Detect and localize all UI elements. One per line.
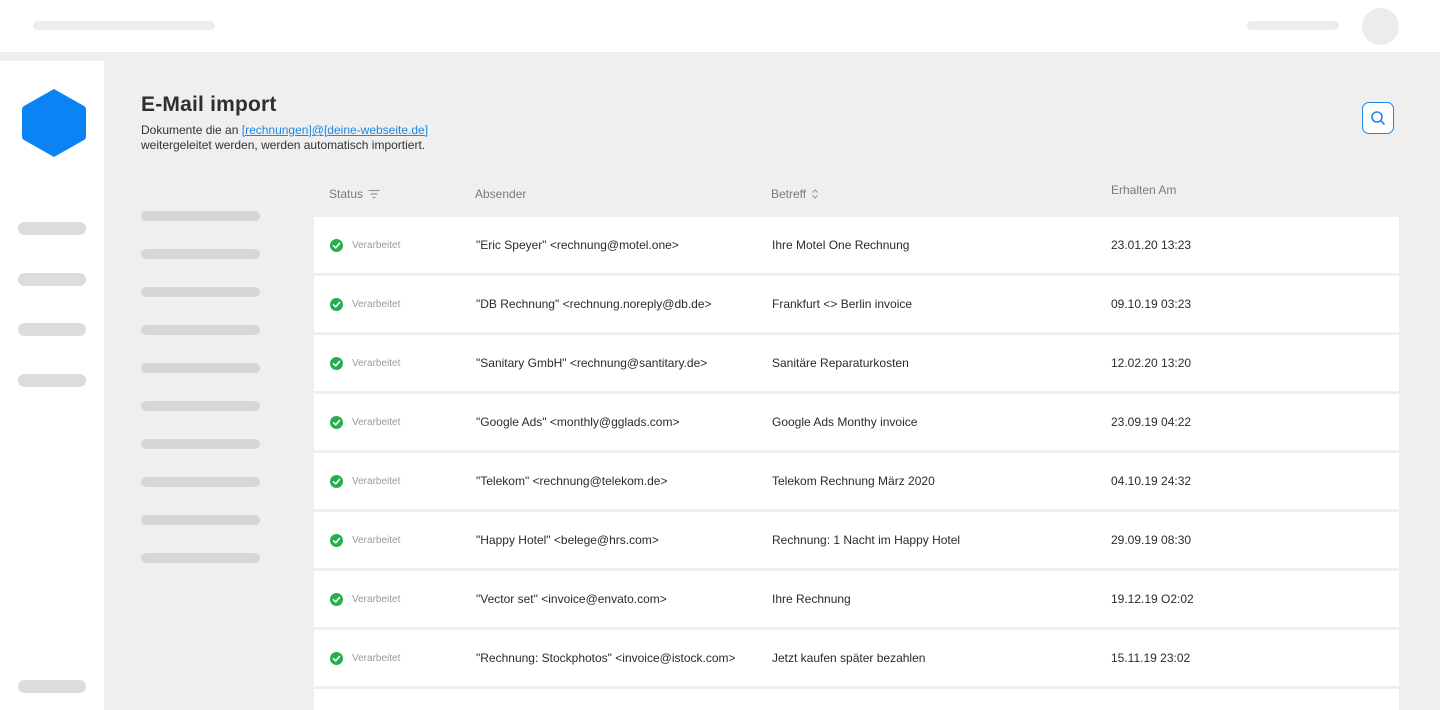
sidebar <box>0 61 104 710</box>
filter-item-placeholder[interactable] <box>141 325 260 335</box>
filter-item-placeholder[interactable] <box>141 553 260 563</box>
sidebar-item-placeholder[interactable] <box>18 222 86 235</box>
filter-item-placeholder[interactable] <box>141 477 260 487</box>
search-icon <box>1371 111 1385 125</box>
import-email-link[interactable]: [rechnungen]@[deine-webseite.de] <box>242 123 428 137</box>
sender-cell: "Eric Speyer" <rechnung@motel.one> <box>476 238 679 252</box>
table-row[interactable]: Verarbeitet "Happy Hotel" <belege@hrs.com… <box>314 512 1399 568</box>
table-row-partial <box>314 689 1399 710</box>
check-circle-icon <box>330 297 343 311</box>
status-badge: Verarbeitet <box>352 534 401 546</box>
sender-cell: "Google Ads" <monthly@gglads.com> <box>476 415 680 429</box>
page-title: E-Mail import <box>141 93 277 116</box>
table-row[interactable]: Verarbeitet "Sanitary GmbH" <rechnung@san… <box>314 335 1399 391</box>
table-row[interactable]: Verarbeitet "Telekom" <rechnung@telekom.d… <box>314 453 1399 509</box>
column-header-sender-label: Absender <box>475 187 527 201</box>
received-date-cell: 23.09.19 04:22 <box>1111 415 1192 429</box>
sidebar-item-placeholder[interactable] <box>18 273 86 286</box>
subject-cell: Ihre Motel One Rechnung <box>772 238 910 252</box>
subject-cell: Rechnung: 1 Nacht im Happy Hotel <box>772 533 961 547</box>
column-header-sender[interactable]: Absender <box>475 187 526 201</box>
status-cell: Verarbeitet <box>330 335 400 391</box>
column-header-status[interactable]: Status <box>329 187 380 201</box>
sidebar-item-placeholder[interactable] <box>18 323 86 336</box>
table-row[interactable]: Verarbeitet "Google Ads" <monthly@gglads.… <box>314 394 1399 450</box>
column-header-subject[interactable]: Betreff <box>771 187 819 201</box>
status-cell: Verarbeitet <box>330 512 400 568</box>
email-table: Verarbeitet "Eric Speyer" <rechnung@motel… <box>314 217 1399 710</box>
sidebar-item-placeholder[interactable] <box>18 374 86 387</box>
status-cell: Verarbeitet <box>330 276 400 332</box>
received-date-cell: 29.09.19 08:30 <box>1111 533 1192 547</box>
sender-cell: "Vector set" <invoice@envato.com> <box>476 592 667 606</box>
received-date-cell: 15.11.19 23:02 <box>1111 651 1191 665</box>
subject-cell: Telekom Rechnung März 2020 <box>772 474 935 488</box>
status-badge: Verarbeitet <box>352 239 401 251</box>
subtitle-suffix: weitergeleitet werden, werden automatisc… <box>141 138 426 152</box>
column-header-status-label: Status <box>329 187 364 201</box>
filter-item-placeholder[interactable] <box>141 363 260 373</box>
status-cell: Verarbeitet <box>330 571 400 627</box>
sender-cell: "DB Rechnung" <rechnung.noreply@db.de> <box>476 297 712 311</box>
subject-cell: Jetzt kaufen später bezahlen <box>772 651 926 665</box>
filter-item-placeholder[interactable] <box>141 249 260 259</box>
received-date-cell: 04.10.19 24:32 <box>1111 474 1192 488</box>
filter-item-placeholder[interactable] <box>141 401 260 411</box>
subject-cell: Ihre Rechnung <box>772 592 851 606</box>
subtitle-prefix: Dokumente die an <box>141 123 242 137</box>
column-header-received[interactable]: Erhalten Am <box>1111 183 1176 197</box>
sort-icon[interactable] <box>811 188 819 200</box>
search-button[interactable] <box>1362 102 1394 134</box>
filter-item-placeholder[interactable] <box>141 515 260 525</box>
status-badge: Verarbeitet <box>352 593 401 605</box>
status-cell: Verarbeitet <box>330 453 400 509</box>
filter-item-placeholder[interactable] <box>141 287 260 297</box>
check-circle-icon <box>330 238 343 252</box>
filter-item-placeholder[interactable] <box>141 439 260 449</box>
received-date-cell: 23.01.20 13:23 <box>1111 238 1192 252</box>
status-badge: Verarbeitet <box>352 298 401 310</box>
status-cell: Verarbeitet <box>330 217 400 273</box>
check-circle-icon <box>330 592 343 606</box>
page-subtitle: Dokumente die an [rechnungen]@[deine-web… <box>141 123 521 153</box>
status-badge: Verarbeitet <box>352 652 401 664</box>
received-date-cell: 09.10.19 03:23 <box>1111 297 1192 311</box>
subject-cell: Frankfurt <> Berlin invoice <box>772 297 913 311</box>
table-row[interactable]: Verarbeitet "DB Rechnung" <rechnung.norep… <box>314 276 1399 332</box>
table-row[interactable]: Verarbeitet "Rechnung: Stockphotos" <invo… <box>314 630 1399 686</box>
status-badge: Verarbeitet <box>352 357 401 369</box>
table-row[interactable]: Verarbeitet "Eric Speyer" <rechnung@motel… <box>314 217 1399 273</box>
check-circle-icon <box>330 415 343 429</box>
filter-icon[interactable] <box>368 189 380 199</box>
subject-cell: Sanitäre Reparaturkosten <box>772 356 909 370</box>
status-cell: Verarbeitet <box>330 394 400 450</box>
column-header-subject-label: Betreff <box>771 187 807 201</box>
table-row[interactable]: Verarbeitet "Vector set" <invoice@envato.… <box>314 571 1399 627</box>
check-circle-icon <box>330 533 343 547</box>
received-date-cell: 19.12.19 O2:02 <box>1111 592 1194 606</box>
logo-hexagon-icon[interactable] <box>21 87 87 159</box>
sender-cell: "Sanitary GmbH" <rechnung@santitary.de> <box>476 356 708 370</box>
received-date-cell: 12.02.20 13:20 <box>1111 356 1192 370</box>
filter-item-placeholder[interactable] <box>141 211 260 221</box>
sender-cell: "Telekom" <rechnung@telekom.de> <box>476 474 668 488</box>
sender-cell: "Rechnung: Stockphotos" <invoice@istock.… <box>476 651 736 665</box>
top-bar-placeholder-right <box>1247 21 1339 30</box>
top-bar <box>0 0 1440 52</box>
avatar[interactable] <box>1362 8 1399 45</box>
top-bar-placeholder-left <box>33 21 215 30</box>
check-circle-icon <box>330 474 343 488</box>
check-circle-icon <box>330 356 343 370</box>
subject-cell: Google Ads Monthy invoice <box>772 415 918 429</box>
check-circle-icon <box>330 651 343 665</box>
sender-cell: "Happy Hotel" <belege@hrs.com> <box>476 533 659 547</box>
status-badge: Verarbeitet <box>352 475 401 487</box>
sidebar-footer-placeholder[interactable] <box>18 680 86 693</box>
status-cell: Verarbeitet <box>330 630 400 686</box>
column-header-received-label: Erhalten Am <box>1111 183 1177 197</box>
status-badge: Verarbeitet <box>352 416 401 428</box>
